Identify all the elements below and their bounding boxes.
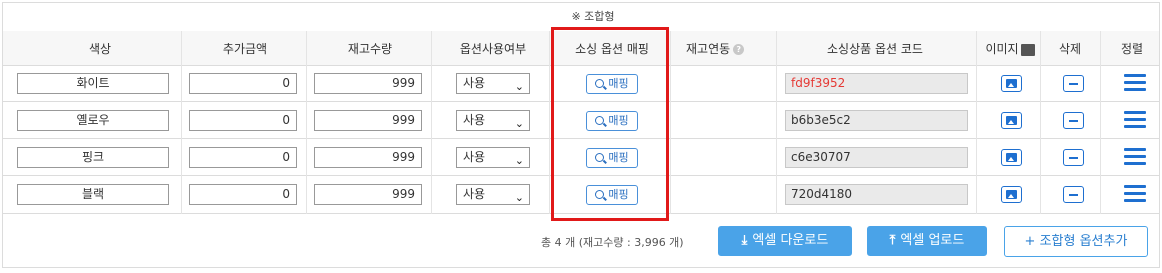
stock-input[interactable]: 999	[314, 110, 422, 131]
header-sourcing-code: 소싱상품 옵션 코드	[827, 42, 923, 56]
header-extra-price: 추가금액	[222, 42, 268, 56]
sourcing-code-value: b6b3e5c2	[791, 113, 851, 127]
option-use-value: 사용	[463, 113, 486, 127]
header-image: 이미지	[980, 40, 1040, 57]
stock-input[interactable]: 999	[314, 184, 422, 205]
sourcing-code-value: fd9f3952	[791, 76, 846, 90]
divider	[776, 31, 777, 214]
divider	[549, 31, 550, 214]
color-input[interactable]: 핑크	[17, 147, 169, 168]
image-icon	[1006, 116, 1017, 125]
divider	[670, 31, 671, 214]
header-option-use: 옵션사용여부	[459, 42, 527, 56]
extra-price-input[interactable]: 0	[189, 73, 297, 94]
image-icon	[1020, 43, 1035, 56]
image-button[interactable]	[1001, 75, 1022, 92]
excel-download-button[interactable]: ⤓ 엑셀 다운로드	[718, 226, 852, 256]
chevron-down-icon: ⌄	[514, 154, 524, 167]
option-use-select[interactable]: 사용 ⌄	[456, 147, 530, 168]
color-input[interactable]: 화이트	[17, 73, 169, 94]
color-input[interactable]: 옐로우	[17, 110, 169, 131]
download-icon: ⤓	[741, 233, 748, 248]
image-button[interactable]	[1001, 112, 1022, 129]
extra-price-input[interactable]: 0	[189, 147, 297, 168]
option-use-value: 사용	[463, 187, 486, 201]
delete-button[interactable]	[1063, 149, 1084, 166]
header-sort: 정렬	[1120, 42, 1144, 56]
header-delete: 삭제	[1058, 42, 1082, 56]
option-use-select[interactable]: 사용 ⌄	[456, 184, 530, 205]
option-use-value: 사용	[463, 150, 486, 164]
extra-price-input[interactable]: 0	[189, 184, 297, 205]
excel-download-label: 엑셀 다운로드	[752, 233, 829, 248]
delete-button[interactable]	[1063, 112, 1084, 129]
header-stock: 재고수량	[347, 42, 393, 56]
image-button[interactable]	[1001, 149, 1022, 166]
sort-handle-icon[interactable]	[1124, 148, 1146, 166]
option-use-select[interactable]: 사용 ⌄	[456, 73, 530, 94]
delete-button[interactable]	[1063, 75, 1084, 92]
chevron-down-icon: ⌄	[514, 117, 524, 130]
chevron-down-icon: ⌄	[514, 80, 524, 93]
header-stock-link: 재고연동?	[686, 40, 776, 57]
excel-upload-button[interactable]: ⤒ 엑셀 업로드	[867, 226, 987, 256]
add-combination-option-button[interactable]: + 조합형 옵션추가	[1004, 226, 1148, 257]
upload-icon: ⤒	[889, 233, 896, 248]
sourcing-code-value: 720d4180	[791, 187, 853, 201]
divider	[181, 31, 182, 214]
divider	[1040, 31, 1041, 214]
sourcing-code-value: c6e30707	[791, 150, 851, 164]
divider	[431, 31, 432, 214]
sourcing-code-field: fd9f3952	[785, 73, 968, 94]
sort-handle-icon[interactable]	[1124, 185, 1146, 203]
info-icon[interactable]: ?	[733, 44, 745, 55]
header-stock-link-label: 재고연동	[686, 42, 731, 56]
option-use-value: 사용	[463, 76, 486, 90]
highlight-box	[551, 27, 669, 221]
sort-handle-icon[interactable]	[1124, 74, 1146, 92]
header-color: 색상	[88, 42, 112, 56]
chevron-down-icon: ⌄	[514, 191, 524, 204]
total-summary: 총 4 개 (재고수량 : 3,996 개)	[541, 236, 684, 249]
divider	[976, 31, 977, 214]
sort-handle-icon[interactable]	[1124, 111, 1146, 129]
image-icon	[1006, 79, 1017, 88]
option-use-select[interactable]: 사용 ⌄	[456, 110, 530, 131]
stock-input[interactable]: 999	[314, 147, 422, 168]
image-icon	[1006, 190, 1017, 199]
sourcing-code-field: b6b3e5c2	[785, 110, 968, 131]
header-image-label: 이미지	[985, 42, 1019, 56]
sourcing-code-field: 720d4180	[785, 184, 968, 205]
image-icon	[1006, 153, 1017, 162]
divider	[1100, 31, 1101, 214]
image-button[interactable]	[1001, 186, 1022, 203]
sourcing-code-field: c6e30707	[785, 147, 968, 168]
excel-upload-label: 엑셀 업로드	[900, 233, 965, 248]
divider	[306, 31, 307, 214]
stock-input[interactable]: 999	[314, 73, 422, 94]
extra-price-input[interactable]: 0	[189, 110, 297, 131]
combination-type-caption: ※ 조합형	[571, 10, 615, 23]
delete-button[interactable]	[1063, 186, 1084, 203]
color-input[interactable]: 블랙	[17, 184, 169, 205]
